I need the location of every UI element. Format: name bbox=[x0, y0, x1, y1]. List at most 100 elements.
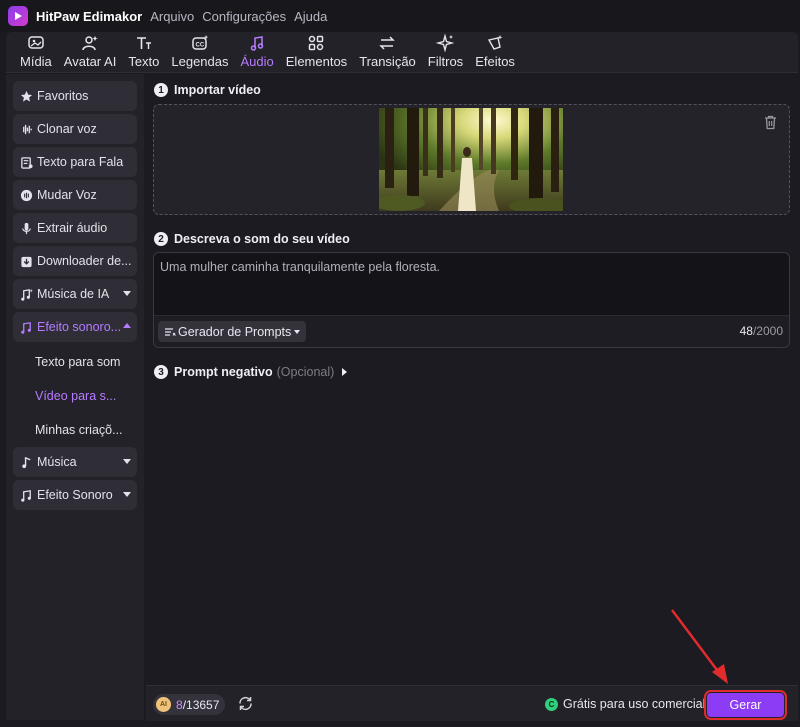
chevron-down-icon bbox=[123, 492, 131, 497]
chevron-down-icon bbox=[123, 291, 131, 296]
sidebar-item-label: Efeito sonoro... bbox=[37, 320, 122, 334]
elements-icon bbox=[309, 35, 324, 51]
tab-audio-label: Áudio bbox=[240, 54, 274, 69]
sidebar-item-clonar-voz[interactable]: Clonar voz bbox=[13, 114, 137, 144]
sidebar: Favoritos Clonar voz Texto para Fala Mud… bbox=[6, 74, 144, 720]
media-icon bbox=[28, 36, 44, 49]
step-number: 2 bbox=[154, 232, 168, 246]
filters-icon bbox=[436, 34, 455, 52]
sidebar-item-efeito-sonoro[interactable]: Efeito Sonoro bbox=[13, 480, 137, 510]
sidebar-item-favoritos[interactable]: Favoritos bbox=[13, 81, 137, 111]
text-to-speech-icon bbox=[19, 155, 33, 169]
tab-legendas[interactable]: CC Legendas bbox=[165, 34, 234, 72]
sidebar-item-extrair-audio[interactable]: Extrair áudio bbox=[13, 213, 137, 243]
microphone-icon bbox=[19, 221, 33, 235]
chevron-down-icon bbox=[123, 459, 131, 464]
sidebar-item-musica[interactable]: Música bbox=[13, 447, 137, 477]
refresh-icon[interactable] bbox=[237, 695, 254, 715]
prompt-generator-label: Gerador de Prompts bbox=[178, 324, 292, 339]
sound-effect-icon bbox=[19, 320, 33, 334]
step-negative-prompt[interactable]: 3 Prompt negativo (Opcional) bbox=[154, 365, 348, 379]
transition-icon bbox=[379, 36, 396, 50]
ai-coin-icon: AI bbox=[156, 697, 171, 712]
menu-configuracoes[interactable]: Configurações bbox=[202, 9, 286, 24]
sidebar-item-efeito-sonoro-ai[interactable]: Efeito sonoro... bbox=[13, 312, 137, 342]
tab-elementos-label: Elementos bbox=[285, 54, 348, 69]
bottom-bar: AI 8 /13657 C Grátis para uso comercial … bbox=[146, 685, 798, 721]
ai-music-icon bbox=[19, 287, 33, 301]
char-count: 48 bbox=[739, 324, 753, 338]
tab-texto-label: Texto bbox=[128, 54, 160, 69]
tab-efeitos[interactable]: Efeitos bbox=[469, 34, 521, 72]
sidebar-item-mudar-voz[interactable]: Mudar Voz bbox=[13, 180, 137, 210]
credits-used: 8 bbox=[176, 697, 183, 712]
tab-midia-label: Mídia bbox=[20, 54, 52, 69]
chevron-up-icon bbox=[123, 323, 131, 328]
commercial-icon: C bbox=[545, 697, 558, 711]
sidebar-item-label: Mudar Voz bbox=[37, 188, 97, 202]
sidebar-item-label: Música de IA bbox=[37, 287, 110, 301]
textarea-footer: Gerador de Prompts 48/2000 bbox=[154, 315, 789, 347]
prompt-list-icon bbox=[164, 327, 176, 337]
waveform-icon bbox=[19, 122, 33, 136]
music-icon bbox=[19, 455, 33, 469]
credits-total: /13657 bbox=[182, 697, 220, 712]
video-thumbnail[interactable] bbox=[379, 108, 563, 211]
app-name: HitPaw Edimakor bbox=[36, 8, 143, 24]
sidebar-item-label: Texto para Fala bbox=[37, 155, 124, 169]
sidebar-item-label: Música bbox=[37, 455, 77, 469]
menu-arquivo[interactable]: Arquivo bbox=[150, 9, 194, 24]
voice-change-icon bbox=[19, 188, 33, 202]
generate-button[interactable]: Gerar bbox=[704, 690, 787, 720]
sound-effect-icon bbox=[19, 488, 33, 502]
video-dropzone[interactable] bbox=[153, 104, 790, 215]
tab-avatar-ai-label: Avatar AI bbox=[63, 54, 117, 69]
title-bar: HitPaw Edimakor Arquivo Configurações Aj… bbox=[0, 0, 800, 32]
chevron-right-icon[interactable] bbox=[342, 368, 348, 376]
tab-transicao-label: Transição bbox=[359, 54, 416, 69]
svg-text:CC: CC bbox=[195, 43, 204, 49]
main-toolbar: Mídia Avatar AI Texto CC Legendas Áudio … bbox=[6, 32, 798, 73]
sidebar-subitem-texto-para-som[interactable]: Texto para som bbox=[13, 345, 137, 379]
trash-icon[interactable] bbox=[764, 115, 777, 133]
effects-icon bbox=[487, 35, 503, 50]
step-describe-sound: 2 Descreva o som do seu vídeo bbox=[154, 232, 350, 246]
step-title: Importar vídeo bbox=[174, 83, 261, 97]
menu-ajuda[interactable]: Ajuda bbox=[294, 9, 327, 24]
step-import-video: 1 Importar vídeo bbox=[154, 83, 261, 97]
sidebar-item-label: Downloader de... bbox=[37, 254, 132, 268]
chevron-down-icon bbox=[294, 329, 301, 334]
tab-legendas-label: Legendas bbox=[171, 54, 229, 69]
sidebar-item-label: Efeito Sonoro bbox=[37, 488, 113, 502]
sidebar-item-musica-de-ia[interactable]: Música de IA bbox=[13, 279, 137, 309]
download-icon bbox=[19, 254, 33, 268]
tab-midia[interactable]: Mídia bbox=[14, 34, 58, 72]
sidebar-subitem-video-para-som[interactable]: Vídeo para s... bbox=[13, 379, 137, 413]
tab-filtros-label: Filtros bbox=[427, 54, 464, 69]
step-title: Prompt negativo bbox=[174, 365, 273, 379]
sidebar-item-texto-para-fala[interactable]: Texto para Fala bbox=[13, 147, 137, 177]
tab-texto[interactable]: Texto bbox=[122, 34, 165, 72]
tab-transicao[interactable]: Transição bbox=[353, 34, 422, 72]
tab-elementos[interactable]: Elementos bbox=[280, 34, 353, 72]
app-logo-icon bbox=[8, 6, 28, 26]
tab-audio[interactable]: Áudio bbox=[235, 34, 280, 72]
sound-description-input[interactable]: Uma mulher caminha tranquilamente pela f… bbox=[153, 252, 790, 348]
audio-icon bbox=[250, 36, 264, 51]
tab-efeitos-label: Efeitos bbox=[475, 54, 515, 69]
avatar-icon bbox=[82, 36, 99, 51]
sidebar-item-label: Favoritos bbox=[37, 89, 89, 103]
sidebar-item-label: Clonar voz bbox=[37, 122, 97, 136]
sidebar-item-downloader[interactable]: Downloader de... bbox=[13, 246, 137, 276]
tab-filtros[interactable]: Filtros bbox=[422, 34, 469, 72]
prompt-generator-button[interactable]: Gerador de Prompts bbox=[158, 321, 307, 342]
step-title: Descreva o som do seu vídeo bbox=[174, 232, 350, 246]
sound-description-text[interactable]: Uma mulher caminha tranquilamente pela f… bbox=[160, 260, 440, 274]
sidebar-item-label: Extrair áudio bbox=[37, 221, 108, 235]
commercial-use-text: Grátis para uso comercial bbox=[563, 697, 706, 711]
char-max: /2000 bbox=[752, 324, 783, 338]
sidebar-subitem-minhas-criacoes[interactable]: Minhas criaçõ... bbox=[13, 413, 137, 447]
main-panel: 1 Importar vídeo 2 Descreva o som do seu… bbox=[146, 74, 798, 685]
tab-avatar-ai[interactable]: Avatar AI bbox=[58, 34, 123, 72]
star-icon bbox=[19, 89, 33, 103]
